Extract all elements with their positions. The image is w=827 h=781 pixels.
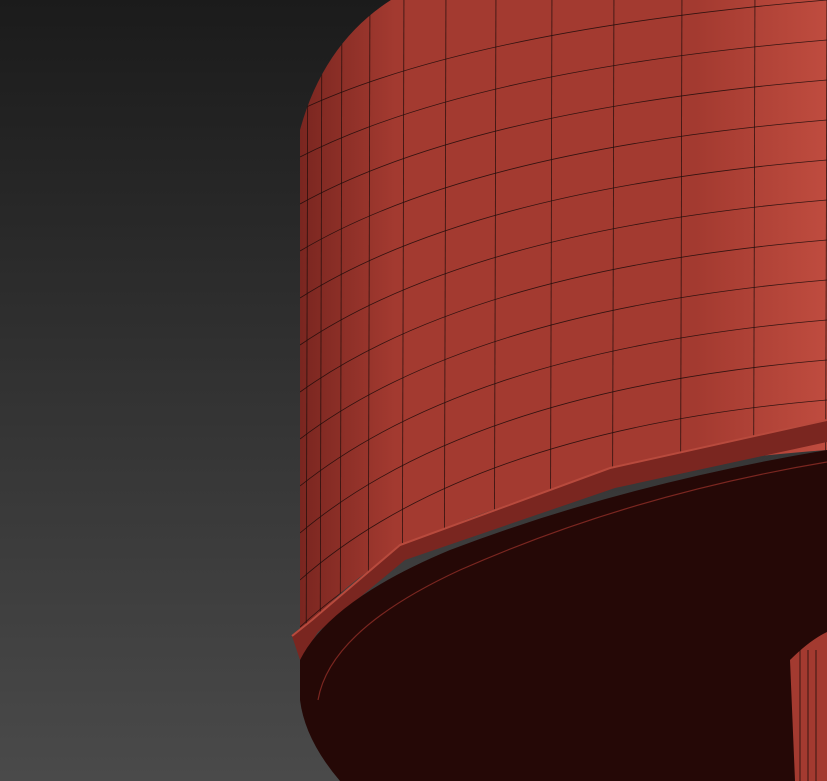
viewport-scene[interactable] — [0, 0, 827, 781]
3d-viewport[interactable] — [0, 0, 827, 781]
